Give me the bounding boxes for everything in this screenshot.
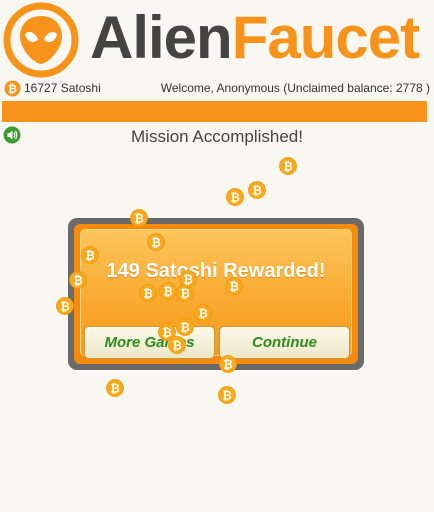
svg-text:₿: ₿: [60, 299, 69, 313]
svg-text:₿: ₿: [163, 284, 172, 298]
bitcoin-icon: ₿: [226, 188, 244, 206]
bitcoin-icon: ₿: [194, 304, 212, 322]
bitcoin-icon: ₿: [139, 284, 157, 302]
svg-text:₿: ₿: [223, 357, 232, 371]
bitcoin-icon: ₿: [69, 271, 87, 289]
svg-text:₿: ₿: [134, 211, 143, 225]
bitcoin-icon: ₿: [176, 318, 194, 336]
svg-text:₿: ₿: [8, 82, 17, 96]
bitcoin-icon: ₿: [168, 336, 186, 354]
svg-text:₿: ₿: [85, 248, 94, 262]
bitcoin-icon: ₿: [130, 209, 148, 227]
svg-text:₿: ₿: [180, 286, 189, 300]
app-logo-text: AlienFaucet: [90, 3, 420, 73]
logo-word-alien: Alien: [90, 4, 233, 71]
svg-text:₿: ₿: [229, 279, 238, 293]
svg-text:₿: ₿: [172, 338, 181, 352]
svg-text:₿: ₿: [143, 286, 152, 300]
logo-word-faucet: Faucet: [231, 4, 420, 71]
bitcoin-icon: ₿: [106, 379, 124, 397]
bitcoin-icon: ₿: [179, 270, 197, 288]
progress-bar: [2, 101, 427, 122]
svg-text:₿: ₿: [180, 320, 189, 334]
svg-text:₿: ₿: [198, 306, 207, 320]
alien-head-icon: [3, 2, 79, 78]
svg-text:₿: ₿: [73, 273, 82, 287]
progress-bar-fill: [2, 101, 427, 122]
welcome-text: Welcome, Anonymous (Unclaimed balance: 2…: [160, 81, 430, 95]
svg-text:₿: ₿: [230, 190, 239, 204]
bitcoin-icon: ₿: [248, 181, 266, 199]
bitcoin-icon: ₿: [219, 355, 237, 373]
svg-text:₿: ₿: [283, 159, 292, 173]
svg-text:₿: ₿: [110, 381, 119, 395]
svg-text:₿: ₿: [252, 183, 261, 197]
reward-title: 149 Satoshi Rewarded!: [106, 260, 326, 282]
bitcoin-icon: ₿: [225, 277, 243, 295]
bitcoin-icon: ₿: [81, 246, 99, 264]
bitcoin-icon: ₿: [218, 386, 236, 404]
more-games-button[interactable]: More Games: [84, 326, 215, 359]
reward-dialog: 149 Satoshi Rewarded! More Games Continu…: [68, 218, 364, 370]
mission-status-text: Mission Accomplished!: [131, 127, 303, 146]
svg-text:₿: ₿: [151, 235, 160, 249]
reward-dialog-body: 149 Satoshi Rewarded! More Games Continu…: [74, 224, 358, 364]
bitcoin-icon: ₿: [147, 233, 165, 251]
bitcoin-icon: ₿: [56, 297, 74, 315]
balance-text: 16727 Satoshi: [24, 81, 101, 95]
bitcoin-icon: ₿: [279, 157, 297, 175]
svg-text:₿: ₿: [222, 388, 231, 402]
continue-button[interactable]: Continue: [219, 326, 350, 359]
bitcoin-icon: ₿: [4, 80, 21, 97]
svg-text:₿: ₿: [183, 272, 192, 286]
bitcoin-icon: ₿: [159, 282, 177, 300]
